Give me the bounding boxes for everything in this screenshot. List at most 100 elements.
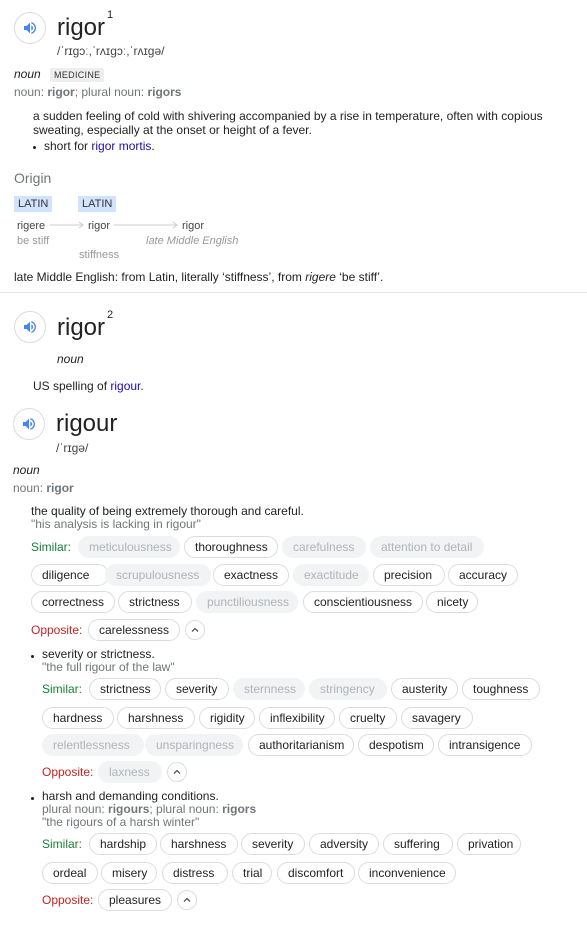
synonym-chip[interactable]: rigidity: [199, 707, 255, 729]
similar-label: Similar:: [31, 540, 72, 554]
synonym-chip[interactable]: cruelty: [339, 707, 397, 729]
example: "the full rigour of the law": [42, 660, 175, 674]
definition: severity or strictness.: [42, 647, 155, 661]
synonym-chip[interactable]: ordeal: [42, 862, 98, 884]
synonym-chip[interactable]: harshness: [117, 707, 195, 729]
synonym-chip[interactable]: stringency: [309, 678, 387, 700]
synonym-chip[interactable]: misery: [101, 862, 157, 884]
synonym-chip[interactable]: thoroughness: [184, 536, 278, 558]
origin-title: Origin: [14, 170, 52, 186]
synonym-chip[interactable]: intransigence: [438, 734, 532, 756]
origin-word-2: rigor: [88, 220, 111, 232]
arrow-icon: [50, 221, 84, 229]
definition: US spelling of rigour.: [33, 379, 144, 393]
definition: the quality of being extremely thorough …: [31, 504, 304, 518]
synonym-chip[interactable]: conscientiousness: [303, 591, 423, 613]
volume-icon: [24, 321, 36, 333]
synonym-chip[interactable]: trial: [232, 862, 272, 884]
word-forms: noun: rigor: [13, 481, 74, 495]
example: "his analysis is lacking in rigour": [31, 517, 201, 531]
synonym-chip[interactable]: savagery: [401, 707, 473, 729]
synonym-chip[interactable]: privation: [457, 833, 521, 855]
synonym-chip[interactable]: carefulness: [282, 536, 366, 558]
bullet: [33, 146, 36, 149]
arrow-icon: [114, 221, 178, 229]
synonym-chip[interactable]: severity: [165, 678, 229, 700]
pronunciation: /ˈrɪɡə/: [56, 441, 89, 455]
origin-word-1: rigere: [17, 220, 46, 232]
part-of-speech: noun: [13, 463, 40, 477]
synonym-chip[interactable]: despotism: [358, 734, 434, 756]
synonym-chip[interactable]: scrupulousness: [105, 564, 211, 586]
synonym-chip[interactable]: punctiliousness: [196, 591, 298, 613]
word-forms: noun: rigor; plural noun: rigors: [14, 85, 182, 99]
synonym-chip[interactable]: austerity: [391, 678, 458, 700]
chevron-up-icon: [183, 897, 191, 902]
synonym-chip[interactable]: severity: [241, 833, 305, 855]
opposite-label: Opposite:: [42, 893, 94, 907]
synonym-chip[interactable]: suffering: [383, 833, 453, 855]
synonym-chip[interactable]: hardness: [42, 707, 114, 729]
synonym-chip[interactable]: attention to detail: [370, 536, 484, 558]
definition: a sudden feeling of cold with shivering …: [33, 109, 543, 137]
chevron-up-icon: [191, 627, 199, 632]
synonym-chip[interactable]: inflexibility: [259, 707, 335, 729]
speaker-button-rigour[interactable]: [13, 408, 45, 440]
rigor-mortis-link[interactable]: rigor mortis: [91, 139, 151, 153]
synonym-chip[interactable]: carelessness: [88, 619, 180, 641]
word-forms: plural noun: rigours; plural noun: rigor…: [42, 802, 257, 816]
speaker-button-rigor-2[interactable]: [14, 311, 46, 343]
example: "the rigours of a harsh winter": [42, 815, 200, 829]
collapse-button[interactable]: [185, 620, 205, 640]
synonym-chip[interactable]: adversity: [309, 833, 379, 855]
synonym-chip[interactable]: strictness: [118, 591, 192, 613]
synonym-chip[interactable]: relentlessness: [42, 734, 144, 756]
synonym-chip[interactable]: laxness: [98, 761, 162, 783]
domain-tag: MEDICINE: [50, 68, 105, 82]
synonym-chip[interactable]: discomfort: [277, 862, 355, 884]
origin-lang-1: LATIN: [14, 196, 53, 212]
volume-icon: [23, 418, 35, 430]
synonym-chip[interactable]: toughness: [462, 678, 540, 700]
part-of-speech: noun: [57, 352, 84, 366]
collapse-button[interactable]: [177, 890, 197, 910]
chevron-up-icon: [173, 769, 181, 774]
synonym-chip[interactable]: correctness: [31, 591, 115, 613]
synonym-chip[interactable]: distress: [162, 862, 228, 884]
synonym-chip[interactable]: exactitude: [293, 564, 369, 586]
synonym-chip[interactable]: sternness: [233, 678, 305, 700]
speaker-button-rigor-1[interactable]: [14, 12, 46, 44]
synonym-chip[interactable]: accuracy: [448, 564, 518, 586]
opposite-label: Opposite:: [31, 623, 83, 637]
origin-gloss-3: late Middle English: [146, 235, 239, 247]
synonym-chip[interactable]: hardship: [89, 833, 157, 855]
rigour-link[interactable]: rigour: [110, 379, 140, 393]
bullet: [31, 655, 34, 658]
synonym-chip[interactable]: diligence: [31, 564, 109, 586]
similar-label: Similar:: [42, 682, 83, 696]
bullet: [31, 797, 34, 800]
divider: [0, 292, 587, 293]
origin-text: late Middle English: from Latin, literal…: [14, 270, 384, 284]
headword: rigour: [56, 410, 118, 437]
part-of-speech-row: noun MEDICINE: [14, 67, 105, 82]
origin-gloss-2: stiffness: [79, 249, 120, 261]
synonym-chip[interactable]: authoritarianism: [248, 734, 354, 756]
synonym-chip[interactable]: strictness: [89, 678, 161, 700]
synonym-chip[interactable]: meticulousness: [78, 536, 180, 558]
synonym-chip[interactable]: unsparingness: [145, 734, 243, 756]
synonym-chip[interactable]: exactness: [213, 564, 289, 586]
origin-gloss-1: be stiff: [17, 235, 50, 247]
volume-icon: [24, 22, 36, 34]
synonym-chip[interactable]: inconvenience: [358, 862, 456, 884]
collapse-button[interactable]: [167, 762, 187, 782]
synonym-chip[interactable]: pleasures: [98, 889, 172, 911]
synonym-chip[interactable]: nicety: [426, 591, 478, 613]
sub-definition: short for rigor mortis.: [44, 139, 155, 153]
synonym-chip[interactable]: precision: [373, 564, 445, 586]
origin-word-3: rigor: [182, 220, 205, 232]
part-of-speech: noun: [14, 67, 41, 81]
headword: rigor 2: [57, 309, 114, 341]
origin-lang-2: LATIN: [78, 196, 117, 212]
synonym-chip[interactable]: harshness: [160, 833, 238, 855]
